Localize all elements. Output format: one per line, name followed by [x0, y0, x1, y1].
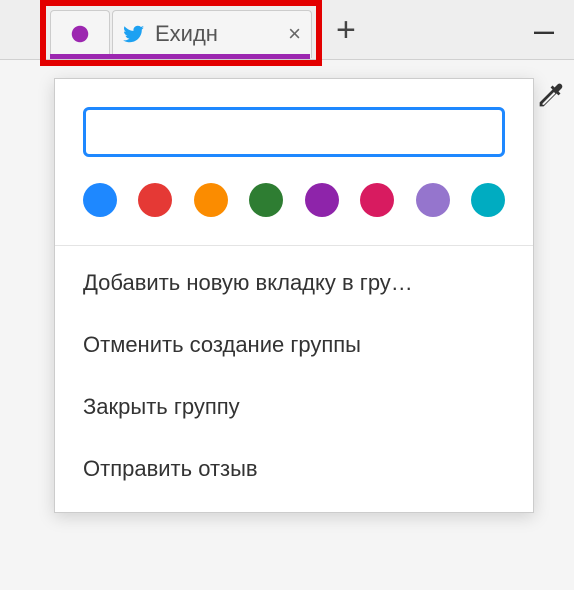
color-swatch-pink[interactable] — [360, 183, 394, 217]
menu-close-group[interactable]: Закрыть группу — [55, 376, 533, 438]
tab-twitter[interactable]: Ехидн × — [112, 10, 312, 58]
window-minimize-button[interactable]: – — [534, 9, 554, 51]
color-swatch-teal[interactable] — [471, 183, 505, 217]
color-swatch-red[interactable] — [138, 183, 172, 217]
menu-add-tab[interactable]: Добавить новую вкладку в гру… — [55, 252, 533, 314]
menu-cancel-create[interactable]: Отменить создание группы — [55, 314, 533, 376]
color-swatch-violet[interactable] — [416, 183, 450, 217]
group-color-dot-icon — [69, 23, 91, 45]
color-swatch-purple[interactable] — [305, 183, 339, 217]
menu-divider — [55, 245, 533, 246]
tab-group-handle[interactable] — [50, 10, 110, 58]
tab-close-icon[interactable]: × — [288, 21, 301, 47]
tab-title: Ехидн — [155, 21, 278, 47]
color-swatch-green[interactable] — [249, 183, 283, 217]
twitter-bird-icon — [123, 23, 145, 45]
color-swatch-blue[interactable] — [83, 183, 117, 217]
eyedropper-icon[interactable] — [534, 78, 568, 112]
group-name-input[interactable] — [83, 107, 505, 157]
color-swatch-row — [55, 183, 533, 245]
color-swatch-orange[interactable] — [194, 183, 228, 217]
group-underline — [50, 54, 310, 59]
new-tab-button[interactable]: + — [336, 13, 356, 47]
tab-group-popup: Добавить новую вкладку в гру… Отменить с… — [54, 78, 534, 513]
tab-strip: Ехидн × + – — [0, 0, 574, 60]
tab-group: Ехидн × — [0, 0, 312, 59]
menu-send-feedback[interactable]: Отправить отзыв — [55, 438, 533, 500]
